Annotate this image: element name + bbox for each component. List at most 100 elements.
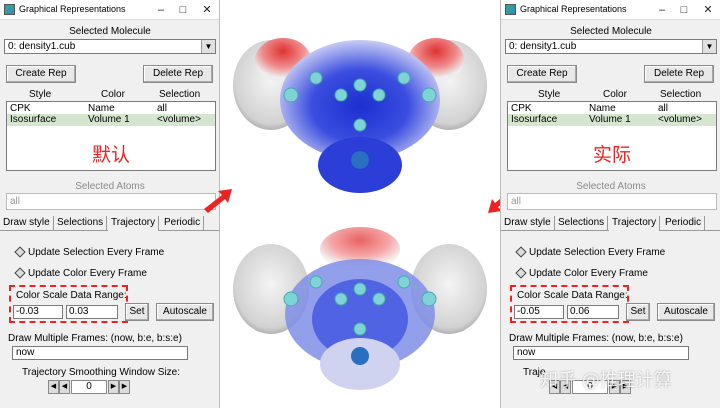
rep-style: CPK [511, 103, 532, 114]
title-bar: Graphical Representations – □ ✕ [0, 0, 219, 20]
rep-selection: <volume> [157, 114, 201, 125]
app-icon [505, 4, 516, 15]
tab-draw-style[interactable]: Draw style [0, 216, 54, 231]
color-scale-label: Color Scale Data Range: [16, 290, 127, 301]
draw-frames-input[interactable]: now [12, 346, 188, 360]
rep-color: Volume 1 [88, 114, 130, 125]
set-button[interactable]: Set [125, 303, 149, 321]
right-representations-window: Graphical Representations – □ ✕ Selected… [500, 0, 720, 408]
maximize-icon[interactable]: □ [673, 0, 695, 20]
watermark: 知乎 @推理计算 [540, 370, 672, 391]
tab-draw-style[interactable]: Draw style [501, 216, 555, 231]
rep-style: CPK [10, 103, 31, 114]
delete-rep-button[interactable]: Delete Rep [143, 65, 213, 83]
update-color-label: Update Color Every Frame [529, 268, 648, 279]
range-min-input[interactable]: -0.05 [514, 305, 564, 319]
decrement-icon[interactable]: ◀ [59, 380, 70, 394]
minimize-icon[interactable]: – [651, 0, 673, 20]
rep-selection: <volume> [658, 114, 702, 125]
maximize-icon[interactable]: □ [172, 0, 194, 20]
chevron-down-icon[interactable]: ▼ [201, 40, 215, 53]
close-icon[interactable]: ✕ [196, 0, 218, 20]
color-scale-label: Color Scale Data Range: [517, 290, 628, 301]
title-bar: Graphical Representations – □ ✕ [501, 0, 720, 20]
rep-row-selected[interactable]: Isosurface Volume 1 <volume> [7, 114, 215, 126]
diamond-check-icon [515, 246, 527, 259]
tab-selections[interactable]: Selections [54, 216, 108, 231]
column-header-color: Color [101, 89, 125, 100]
update-color-label: Update Color Every Frame [28, 268, 147, 279]
draw-frames-label: Draw Multiple Frames: (now, b:e, b:s:e) [509, 333, 683, 344]
rep-color: Volume 1 [589, 114, 631, 125]
update-color-checkbox[interactable]: Update Color Every Frame [14, 267, 147, 280]
update-color-checkbox[interactable]: Update Color Every Frame [515, 267, 648, 280]
close-icon[interactable]: ✕ [697, 0, 719, 20]
rep-selection: all [157, 103, 168, 114]
app-icon [4, 4, 15, 15]
delete-rep-button[interactable]: Delete Rep [644, 65, 714, 83]
tab-trajectory[interactable]: Trajectory [108, 216, 160, 231]
last-icon[interactable]: ▶ [119, 380, 130, 394]
create-rep-button[interactable]: Create Rep [507, 65, 577, 83]
reps-list: CPK Name all Isosurface Volume 1 <volume… [6, 101, 216, 171]
autoscale-button[interactable]: Autoscale [156, 303, 214, 321]
column-header-style: Style [538, 89, 561, 100]
tab-bar: Draw style Selections Trajectory Periodi… [501, 216, 720, 231]
molecule-value: 0: density1.cub [509, 41, 577, 52]
selected-atoms-input[interactable]: all [507, 193, 717, 210]
tab-bar: Draw style Selections Trajectory Periodi… [0, 216, 219, 231]
window-title: Graphical Representations [520, 4, 627, 14]
tab-periodic[interactable]: Periodic [161, 216, 205, 231]
molecule-render-top [221, 0, 500, 204]
rep-style: Isosurface [511, 114, 558, 125]
selected-atoms-input[interactable]: all [6, 193, 216, 210]
column-header-style: Style [29, 89, 52, 100]
smoothing-value[interactable]: 0 [71, 380, 107, 394]
tab-periodic[interactable]: Periodic [662, 216, 706, 231]
column-header-color: Color [603, 89, 627, 100]
diamond-check-icon [14, 246, 26, 259]
set-button[interactable]: Set [626, 303, 650, 321]
tab-trajectory[interactable]: Trajectory [609, 216, 661, 231]
selected-molecule-label: Selected Molecule [69, 26, 151, 37]
selected-atoms-label: Selected Atoms [75, 181, 145, 192]
increment-icon[interactable]: ▶ [108, 380, 119, 394]
molecule-render-bottom [221, 204, 500, 408]
autoscale-button[interactable]: Autoscale [657, 303, 715, 321]
left-representations-window: Graphical Representations – □ ✕ Selected… [0, 0, 220, 408]
molecule-select[interactable]: 0: density1.cub ▼ [505, 39, 717, 54]
draw-frames-input[interactable]: now [513, 346, 689, 360]
update-selection-checkbox[interactable]: Update Selection Every Frame [14, 246, 165, 259]
diamond-check-icon [14, 267, 26, 280]
molecule-select[interactable]: 0: density1.cub ▼ [4, 39, 216, 54]
selected-molecule-label: Selected Molecule [570, 26, 652, 37]
reps-list: CPK Name all Isosurface Volume 1 <volume… [507, 101, 717, 171]
rep-selection: all [658, 103, 669, 114]
molecule-value: 0: density1.cub [8, 41, 76, 52]
range-max-input[interactable]: 0.06 [567, 305, 619, 319]
red-arrow-icon [204, 189, 232, 213]
first-icon[interactable]: ◀ [48, 380, 59, 394]
range-max-input[interactable]: 0.03 [66, 305, 118, 319]
rep-color: Name [88, 103, 115, 114]
annotation-default: 默认 [91, 144, 130, 166]
minimize-icon[interactable]: – [150, 0, 172, 20]
tab-selections[interactable]: Selections [555, 216, 609, 231]
smoothing-label: Trajectory Smoothing Window Size: [22, 367, 181, 378]
rep-row-selected[interactable]: Isosurface Volume 1 <volume> [508, 114, 716, 126]
column-header-selection: Selection [660, 89, 702, 100]
update-selection-checkbox[interactable]: Update Selection Every Frame [515, 246, 666, 259]
create-rep-button[interactable]: Create Rep [6, 65, 76, 83]
chevron-down-icon[interactable]: ▼ [702, 40, 716, 53]
update-selection-label: Update Selection Every Frame [529, 247, 666, 258]
column-header-selection: Selection [159, 89, 201, 100]
annotation-actual: 实际 [592, 144, 631, 166]
draw-frames-label: Draw Multiple Frames: (now, b:e, b:s:e) [8, 333, 182, 344]
update-selection-label: Update Selection Every Frame [28, 247, 165, 258]
rep-color: Name [589, 103, 616, 114]
selected-atoms-label: Selected Atoms [576, 181, 646, 192]
diamond-check-icon [515, 267, 527, 280]
window-title: Graphical Representations [19, 4, 126, 14]
range-min-input[interactable]: -0.03 [13, 305, 63, 319]
rep-style: Isosurface [10, 114, 57, 125]
